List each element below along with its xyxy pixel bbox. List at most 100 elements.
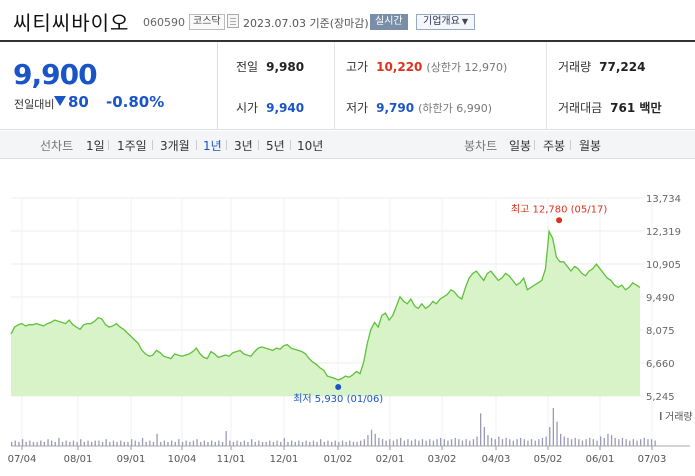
tab-weekly-candle[interactable]: 주봉 bbox=[543, 137, 565, 154]
tab-5year[interactable]: 5년 bbox=[266, 137, 285, 154]
volume-bar bbox=[211, 440, 213, 446]
volume-bar bbox=[18, 441, 20, 446]
volume-bar bbox=[276, 440, 278, 446]
x-tick-label: 10/04 bbox=[168, 454, 197, 465]
x-tick-label: 07/03 bbox=[638, 454, 667, 465]
volume-bar bbox=[352, 441, 355, 446]
tab-monthly-candle[interactable]: 월봉 bbox=[579, 137, 601, 154]
x-tick-label: 07/04 bbox=[8, 454, 37, 465]
volume-bar bbox=[192, 440, 195, 446]
stat-value: 77,224 bbox=[599, 60, 646, 74]
volume-bar bbox=[327, 440, 329, 446]
company-overview-dropdown[interactable]: 기업개요 ▼ bbox=[416, 14, 475, 30]
y-axis-ticks: 13,734 12,319 10,905 9,490 8,075 6,660 5,245 bbox=[646, 194, 681, 403]
volume-bar bbox=[69, 441, 71, 446]
volume-bar bbox=[43, 441, 45, 446]
volume-bar bbox=[145, 441, 147, 446]
tab-10year[interactable]: 10년 bbox=[297, 137, 323, 154]
tab-divider bbox=[152, 140, 153, 150]
tab-1week[interactable]: 1주일 bbox=[117, 137, 147, 154]
volume-bar bbox=[545, 436, 547, 446]
line-chart-label: 선차트 bbox=[40, 139, 74, 153]
volume-bar bbox=[160, 441, 162, 446]
tab-1year[interactable]: 1년 bbox=[203, 137, 222, 154]
volume-bar bbox=[236, 440, 238, 446]
change-label: 전일대비 bbox=[14, 98, 55, 111]
volume-bar bbox=[185, 440, 187, 446]
volume-bar bbox=[294, 441, 296, 446]
volume-bar bbox=[570, 439, 573, 446]
volume-bar bbox=[581, 440, 584, 446]
volume-bar bbox=[381, 439, 384, 446]
volume-bar bbox=[367, 435, 369, 446]
stat-label: 고가 bbox=[346, 60, 369, 74]
volume-bar bbox=[600, 436, 602, 446]
column-divider bbox=[334, 42, 335, 130]
volume-bar bbox=[589, 437, 591, 446]
tab-daily-candle[interactable]: 일봉 bbox=[509, 137, 531, 154]
volume-bar bbox=[280, 441, 282, 446]
y-tick-label: 5,245 bbox=[646, 392, 675, 403]
realtime-button[interactable]: 실시간 bbox=[370, 14, 408, 30]
high-point-marker bbox=[556, 217, 563, 224]
volume-bar bbox=[454, 437, 456, 446]
volume-bar bbox=[94, 440, 96, 446]
stat-label: 전일 bbox=[236, 60, 259, 74]
price-panel: 9,900 전일대비 80 -0.80% 전일 9,980 고가 10,220 (상한… bbox=[0, 42, 695, 130]
volume-bar bbox=[232, 441, 235, 446]
stat-value: 9,940 bbox=[266, 101, 305, 115]
stat-value: 9,980 bbox=[266, 60, 305, 74]
volume-bar bbox=[51, 440, 53, 446]
stock-code: 060590 bbox=[143, 16, 185, 29]
tab-3month[interactable]: 3개월 bbox=[160, 137, 190, 154]
volume-bar bbox=[345, 441, 347, 446]
volume-bar bbox=[312, 440, 315, 446]
stat-low: 저가 9,790 (하한가 6,990) bbox=[346, 99, 492, 116]
volume-bar bbox=[338, 441, 340, 446]
volume-bar bbox=[243, 440, 245, 446]
volume-bar bbox=[494, 439, 496, 446]
stat-label: 거래대금 bbox=[558, 101, 603, 115]
change-percent: -0.80% bbox=[106, 93, 165, 111]
volume-bar bbox=[527, 440, 529, 446]
volume-bar bbox=[283, 437, 285, 446]
volume-bar bbox=[254, 441, 256, 446]
volume-bar bbox=[396, 439, 398, 446]
volume-bar bbox=[141, 437, 144, 446]
volume-bar bbox=[291, 440, 293, 446]
volume-bar bbox=[534, 440, 536, 446]
candle-chart-label: 봉차트 bbox=[464, 139, 498, 153]
volume-bar bbox=[47, 439, 49, 446]
volume-bar bbox=[72, 440, 75, 446]
tab-3year[interactable]: 3년 bbox=[234, 137, 253, 154]
volume-bar bbox=[505, 437, 507, 446]
volume-bar bbox=[421, 439, 424, 446]
low-point-marker bbox=[335, 384, 342, 391]
volume-bar bbox=[647, 439, 649, 446]
volume-bar bbox=[530, 439, 533, 446]
stat-value: 10,220 bbox=[376, 60, 423, 74]
stock-header: 씨티씨바이오 060590 코스닥 2023.07.03 기준(장마감) 실시간… bbox=[0, 0, 695, 42]
volume-bar bbox=[29, 440, 31, 446]
volume-bar bbox=[392, 440, 395, 446]
tab-1day[interactable]: 1일 bbox=[86, 137, 105, 154]
volume-bar bbox=[218, 440, 220, 446]
volume-bar bbox=[261, 441, 264, 446]
chevron-down-icon: ▼ bbox=[461, 17, 468, 26]
tab-divider bbox=[226, 140, 227, 150]
volume-bar bbox=[163, 440, 165, 446]
volume-bar bbox=[65, 440, 67, 446]
volume-bar bbox=[356, 441, 358, 446]
volume-bar bbox=[429, 439, 431, 446]
stat-label: 거래량 bbox=[558, 60, 592, 74]
volume-bar bbox=[636, 440, 638, 446]
volume-bar bbox=[490, 437, 493, 446]
volume-bar bbox=[621, 437, 624, 446]
volume-bar bbox=[131, 439, 133, 446]
x-tick-label: 04/03 bbox=[482, 454, 511, 465]
volume-bar bbox=[156, 433, 158, 446]
volume-bar bbox=[560, 433, 562, 446]
volume-bar bbox=[11, 441, 13, 446]
volume-bar bbox=[229, 440, 231, 446]
stat-label: 저가 bbox=[346, 101, 369, 115]
